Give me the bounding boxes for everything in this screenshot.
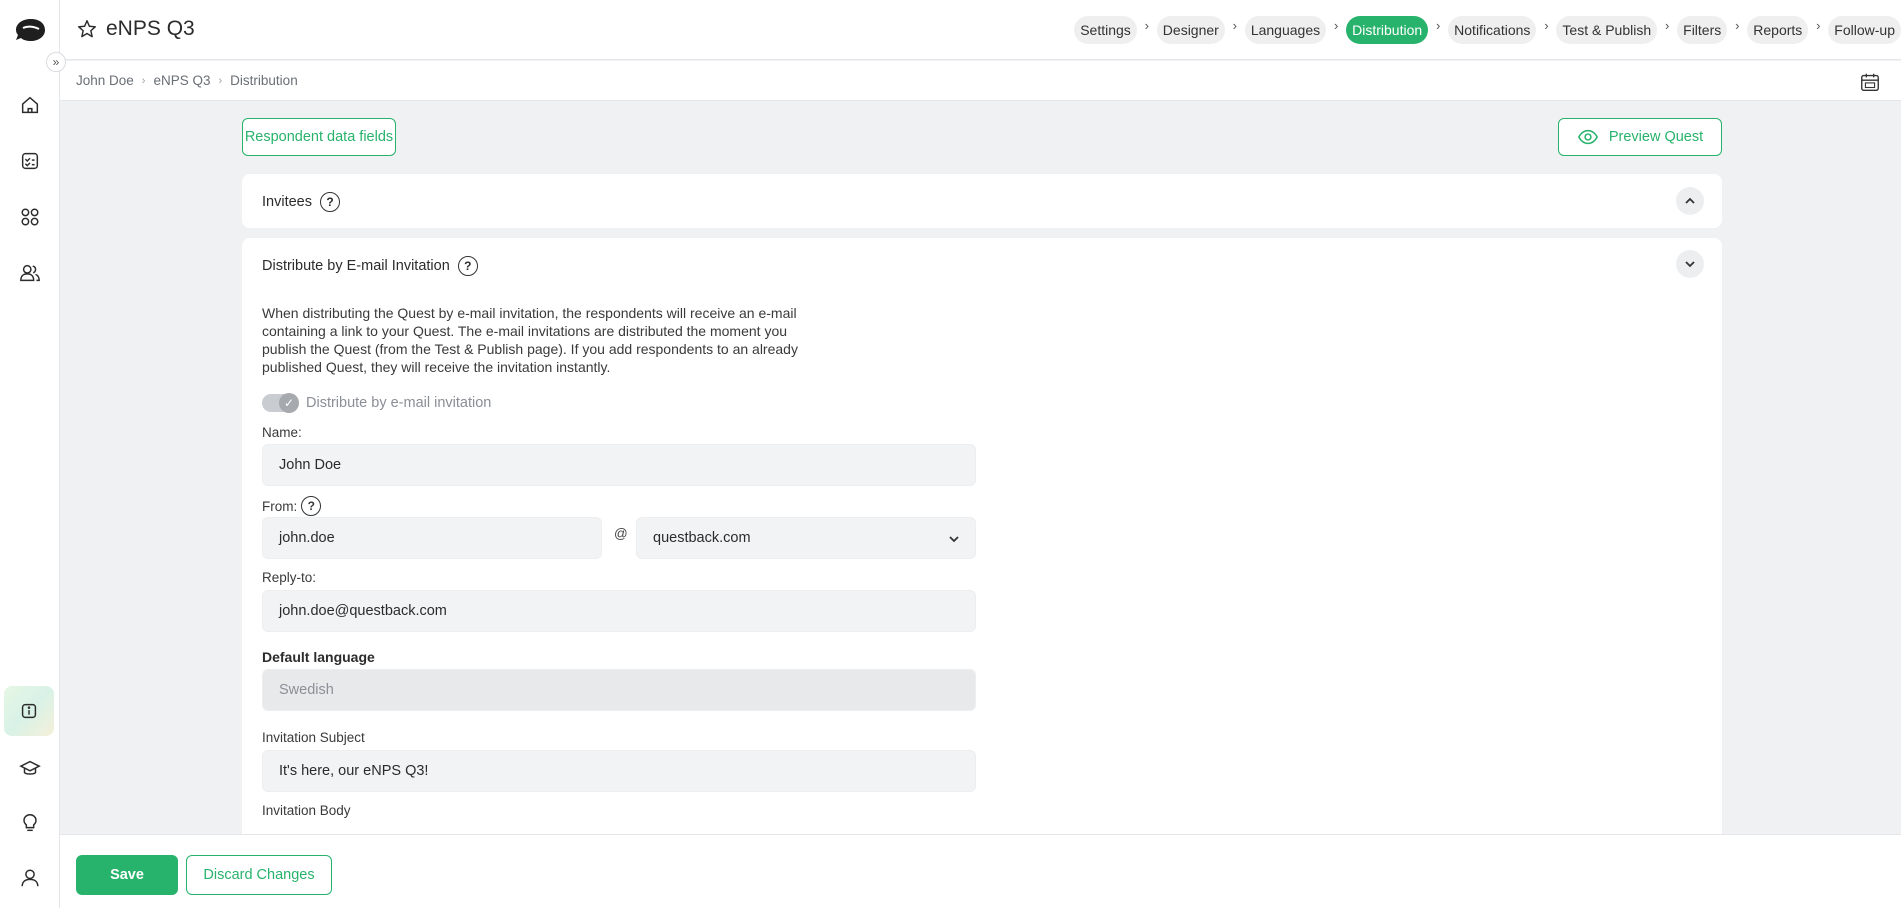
- name-field[interactable]: John Doe: [262, 444, 976, 486]
- expand-icon[interactable]: »: [46, 52, 66, 72]
- chevron-right-icon: ›: [1664, 17, 1670, 33]
- breadcrumb-item-user[interactable]: John Doe: [76, 73, 134, 88]
- default-language-label: Default language: [262, 649, 375, 665]
- discard-changes-button[interactable]: Discard Changes: [186, 855, 332, 895]
- home-icon[interactable]: [12, 87, 48, 123]
- from-label: From:: [262, 498, 298, 514]
- default-language-field: Swedish: [262, 669, 976, 711]
- breadcrumb-item-quest[interactable]: eNPS Q3: [153, 73, 210, 88]
- users-icon[interactable]: [12, 255, 48, 291]
- workflow-steps: Settings › Designer › Languages › Distri…: [1074, 16, 1901, 44]
- calendar-icon[interactable]: [1859, 71, 1881, 93]
- step-designer[interactable]: Designer: [1156, 16, 1225, 44]
- help-icon[interactable]: ?: [319, 192, 340, 212]
- info-icon[interactable]: [4, 686, 54, 736]
- eye-icon: [1577, 129, 1598, 145]
- preview-quest-label: Preview Quest: [1608, 129, 1704, 145]
- email-distribution-toggle-label: Distribute by e-mail invitation: [306, 395, 492, 411]
- email-distribution-toggle-row: ✓ Distribute by e-mail invitation: [262, 393, 492, 413]
- breadcrumb-item-current: Distribution: [230, 73, 298, 88]
- breadcrumb-separator: ›: [141, 74, 146, 87]
- step-notifications[interactable]: Notifications: [1448, 16, 1537, 44]
- from-domain-select[interactable]: questback.com: [636, 517, 976, 559]
- email-distribution-toggle[interactable]: ✓: [262, 393, 299, 413]
- reply-to-label: Reply-to:: [262, 570, 317, 585]
- step-filters[interactable]: Filters: [1677, 16, 1728, 44]
- email-distribution-panel: Distribute by E-mail Invitation ? When d…: [242, 238, 1722, 834]
- reply-to-field[interactable]: john.doe@questback.com: [262, 590, 976, 632]
- email-distribution-title: Distribute by E-mail Invitation: [262, 258, 450, 274]
- help-icon[interactable]: ?: [301, 496, 322, 516]
- checklist-icon[interactable]: [12, 143, 48, 179]
- step-distribution[interactable]: Distribution: [1346, 16, 1429, 44]
- invitees-header[interactable]: Invitees ?: [262, 192, 340, 212]
- invitees-panel: Invitees ?: [242, 174, 1722, 228]
- help-icon[interactable]: ?: [457, 256, 478, 276]
- invitees-title: Invitees: [262, 194, 312, 210]
- invitation-subject-label: Invitation Subject: [262, 730, 365, 745]
- name-label: Name:: [262, 425, 302, 440]
- user-icon[interactable]: [12, 860, 48, 896]
- step-languages[interactable]: Languages: [1244, 16, 1327, 44]
- chevron-right-icon: ›: [1816, 17, 1821, 33]
- save-button[interactable]: Save: [76, 855, 178, 895]
- breadcrumb-bar: John Doe › eNPS Q3 › Distribution: [60, 61, 1901, 101]
- invitation-subject-field[interactable]: It's here, our eNPS Q3!: [262, 750, 976, 792]
- breadcrumb-separator: ›: [218, 74, 223, 87]
- chevron-right-icon: ›: [1544, 17, 1549, 33]
- at-sign: @: [614, 526, 628, 541]
- breadcrumb: John Doe › eNPS Q3 › Distribution: [76, 73, 298, 88]
- step-follow-up[interactable]: Follow-up: [1828, 16, 1901, 44]
- sidebar: [0, 0, 60, 908]
- step-test-publish[interactable]: Test & Publish: [1556, 16, 1658, 44]
- header: eNPS Q3 Settings › Designer › Languages …: [60, 0, 1901, 60]
- page-title: eNPS Q3: [106, 17, 195, 40]
- chevron-down-icon[interactable]: [1676, 250, 1704, 278]
- chevron-right-icon: ›: [1735, 17, 1740, 33]
- lightbulb-icon[interactable]: [12, 805, 48, 841]
- logo-icon[interactable]: [13, 18, 47, 42]
- chevron-right-icon: ›: [1144, 17, 1149, 33]
- chevron-up-icon[interactable]: [1676, 187, 1704, 215]
- preview-quest-button[interactable]: Preview Quest: [1558, 118, 1722, 156]
- star-icon[interactable]: [76, 18, 98, 40]
- invitation-body-label: Invitation Body: [262, 803, 351, 818]
- chevron-right-icon: ›: [1232, 17, 1237, 33]
- step-reports[interactable]: Reports: [1747, 16, 1809, 44]
- graduation-cap-icon[interactable]: [12, 750, 48, 786]
- from-user-field[interactable]: john.doe: [262, 517, 602, 559]
- footer: Save Discard Changes: [60, 834, 1901, 908]
- step-settings[interactable]: Settings: [1074, 16, 1137, 44]
- check-icon: ✓: [279, 393, 299, 413]
- chevron-right-icon: ›: [1333, 17, 1339, 33]
- from-label-row: From: ?: [262, 496, 322, 516]
- from-domain-value: questback.com: [653, 530, 751, 546]
- email-distribution-header[interactable]: Distribute by E-mail Invitation ?: [262, 256, 478, 276]
- respondent-data-fields-button[interactable]: Respondent data fields: [242, 118, 396, 156]
- apps-icon[interactable]: [12, 199, 48, 235]
- chevron-right-icon: ›: [1435, 17, 1441, 33]
- email-distribution-description: When distributing the Quest by e-mail in…: [262, 305, 798, 375]
- main-content: Respondent data fields Preview Quest Inv…: [60, 102, 1901, 834]
- chevron-down-icon: [949, 536, 959, 543]
